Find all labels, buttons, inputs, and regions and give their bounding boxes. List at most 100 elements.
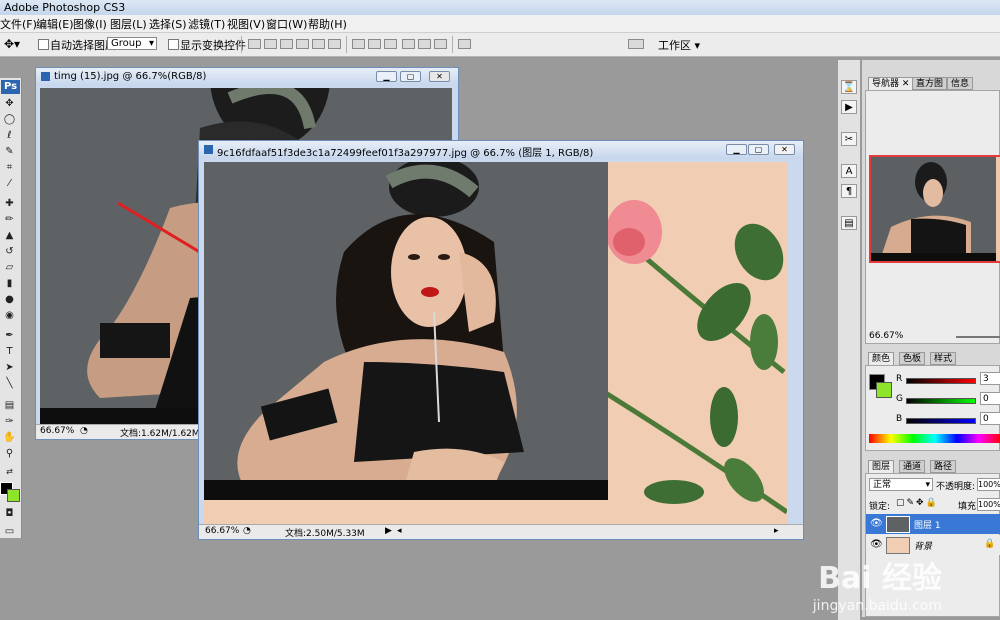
layer-comps-icon[interactable]: ▤ [841,216,857,230]
align-right-icon[interactable] [328,39,341,49]
tab-styles[interactable]: 样式 [930,352,957,365]
lock-icons[interactable]: ▢✎✥🔒 [896,498,939,508]
lasso-tool-icon[interactable]: ℓ [2,130,17,142]
eyedropper-icon[interactable]: ✑ [2,416,17,428]
paragraph-panel-icon[interactable]: ¶ [841,184,857,198]
align-hcenter-icon[interactable] [312,39,325,49]
window-title-bar[interactable]: timg (15).jpg @ 66.7%(RGB/8) ▁ ▢ ✕ [36,68,458,86]
tab-paths[interactable]: 路径 [930,460,957,473]
quick-mask-icon[interactable]: ◘ [2,508,17,520]
distribute-left-icon[interactable] [402,39,415,49]
menu-help[interactable]: 帮助(H) [308,16,347,32]
distribute-right-icon[interactable] [434,39,447,49]
menu-window[interactable]: 窗口(W) [266,16,307,32]
auto-select-dropdown[interactable]: Group ▾ [107,37,157,50]
navigator-thumbnail[interactable] [869,155,1000,263]
align-top-icon[interactable] [248,39,261,49]
layer-row[interactable]: 👁 背景 🔒 [866,535,1000,555]
line-tool-icon[interactable]: ╲ [2,378,17,390]
distribute-top-icon[interactable] [352,39,365,49]
clone-stamp-icon[interactable]: ▲ [2,230,17,242]
dodge-tool-icon[interactable]: ◉ [2,310,17,322]
status-arrow-icon[interactable]: ▶ [385,526,392,536]
align-bottom-icon[interactable] [280,39,293,49]
menu-file[interactable]: 文件(F) [0,16,37,32]
status-menu-icon[interactable]: ◔ [80,426,88,436]
zoom-tool-icon[interactable]: ⚲ [2,448,17,460]
b-value[interactable]: 0 [980,412,1000,425]
gradient-tool-icon[interactable]: ▮ [2,278,17,290]
crop-tool-icon[interactable]: ⌗ [2,162,17,174]
distribute-vcenter-icon[interactable] [368,39,381,49]
zoom-level[interactable]: 66.67% [40,426,74,436]
tab-swatches[interactable]: 色板 [899,352,926,365]
move-tool-icon[interactable]: ✥ [2,98,17,110]
healing-brush-icon[interactable]: ✚ [2,198,17,210]
tab-layers[interactable]: 图层 [868,460,895,473]
hand-tool-icon[interactable]: ✋ [2,432,17,444]
eye-icon[interactable]: 👁 [870,518,883,529]
menu-filter[interactable]: 滤镜(T) [188,16,225,32]
notes-tool-icon[interactable]: ▤ [2,400,17,412]
tab-channels[interactable]: 通道 [899,460,926,473]
background-color-swatch[interactable] [876,382,892,398]
character-panel-icon[interactable]: A [841,164,857,178]
align-vcenter-icon[interactable] [264,39,277,49]
horizontal-scroll-left-icon[interactable]: ◂ [397,526,402,536]
brush-tool-icon[interactable]: ✏ [2,214,17,226]
bridge-icon[interactable] [628,39,644,49]
distribute-bottom-icon[interactable] [384,39,397,49]
align-left-icon[interactable] [296,39,309,49]
tab-info[interactable]: 信息 [947,77,974,90]
background-color-swatch[interactable] [7,489,20,502]
fill-value[interactable]: 100% [977,498,1000,511]
history-panel-icon[interactable]: ⌛ [841,80,857,94]
b-slider[interactable] [906,418,976,424]
slice-tool-icon[interactable]: ⁄ [2,178,17,190]
menu-select[interactable]: 选择(S) [149,16,187,32]
minimize-button[interactable]: ▁ [726,144,747,155]
blur-tool-icon[interactable]: ● [2,294,17,306]
navigator-zoom[interactable]: 66.67% [869,331,903,341]
close-button[interactable]: ✕ [429,71,450,82]
color-spectrum-bar[interactable] [869,434,1000,443]
blend-mode-dropdown[interactable]: 正常 ▾ [869,478,933,491]
document-window-9c16[interactable]: 9c16fdfaaf51f3de3c1a72499feef01f3a297977… [198,140,804,540]
pen-tool-icon[interactable]: ✒ [2,330,17,342]
close-button[interactable]: ✕ [774,144,795,155]
auto-align-icon[interactable] [458,39,471,49]
tab-navigator[interactable]: 导航器 ✕ [868,77,914,90]
distribute-hcenter-icon[interactable] [418,39,431,49]
r-slider[interactable] [906,378,976,384]
screen-mode-icon[interactable]: ▭ [2,526,17,538]
canvas[interactable] [204,162,787,525]
type-tool-icon[interactable]: T [2,346,17,358]
zoom-level[interactable]: 66.67% [205,526,239,536]
navigator-zoom-slider[interactable] [956,336,1000,338]
minimize-button[interactable]: ▁ [376,71,397,82]
tab-histogram[interactable]: 直方图 [912,77,948,90]
tool-presets-icon[interactable]: ✂ [841,132,857,146]
layer-row[interactable]: 👁 图层 1 [866,514,1000,534]
menu-image[interactable]: 图像(I) [73,16,107,32]
auto-select-checkbox[interactable] [38,39,49,50]
menu-layer[interactable]: 图层(L) [110,16,147,32]
menu-edit[interactable]: 编辑(E) [36,16,74,32]
menu-view[interactable]: 视图(V) [227,16,265,32]
tab-color[interactable]: 颜色 [868,352,895,365]
g-slider[interactable] [906,398,976,404]
r-value[interactable]: 3 [980,372,1000,385]
actions-panel-icon[interactable]: ▶ [841,100,857,114]
opacity-value[interactable]: 100% [977,478,1000,491]
swap-colors-icon[interactable]: ⇄ [2,466,17,478]
maximize-button[interactable]: ▢ [748,144,769,155]
magic-wand-icon[interactable]: ✎ [2,146,17,158]
horizontal-scroll-right-icon[interactable]: ▸ [774,526,779,536]
move-tool-icon[interactable]: ✥▾ [4,37,20,51]
eye-icon[interactable]: 👁 [870,539,883,550]
workspace-button[interactable]: 工作区 ▾ [658,37,700,53]
path-select-icon[interactable]: ➤ [2,362,17,374]
history-brush-icon[interactable]: ↺ [2,246,17,258]
g-value[interactable]: 0 [980,392,1000,405]
show-transform-checkbox[interactable] [168,39,179,50]
